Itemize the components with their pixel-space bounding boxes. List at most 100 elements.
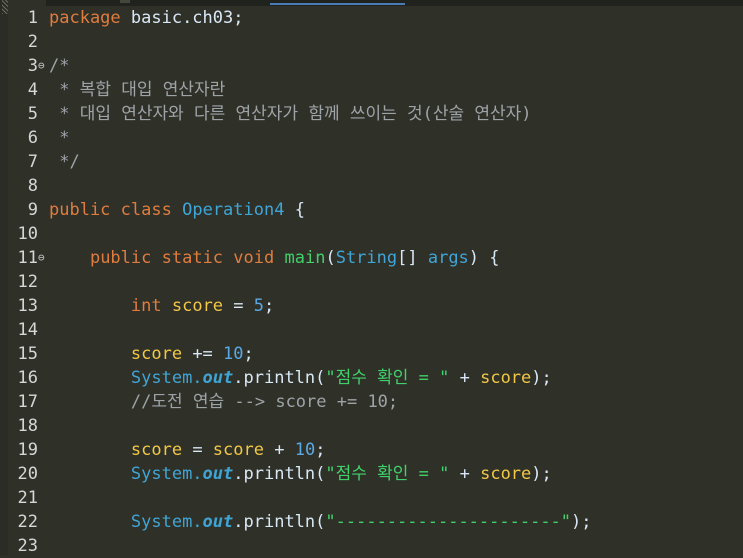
code-line[interactable]: 2 (0, 30, 743, 54)
code-token: /* (49, 56, 70, 76)
code-text[interactable]: */ (49, 150, 80, 174)
line-number: 16 (17, 368, 38, 388)
code-line[interactable]: 16 System.out.println("점수 확인 = " + score… (0, 366, 743, 390)
code-token: score (130, 440, 183, 460)
code-line[interactable]: 19 score = score + 10; (0, 438, 743, 462)
code-token: String (335, 248, 398, 268)
fold-toggle-icon[interactable]: ⊖ (38, 54, 48, 78)
code-line[interactable]: 6 * (0, 126, 743, 150)
code-text[interactable]: System.out.println("점수 확인 = " + score); (49, 462, 552, 486)
code-text[interactable]: /* (49, 54, 69, 78)
code-token: ); (531, 368, 552, 388)
tab-edge (120, 0, 130, 3)
code-token: ; (315, 440, 326, 460)
line-number: 6 (27, 128, 38, 148)
code-token: .println( (233, 512, 326, 532)
code-token: .println( (233, 368, 326, 388)
code-text[interactable]: score = score + 10; (49, 438, 326, 462)
code-line[interactable]: 1 package basic.ch03; (0, 6, 743, 30)
code-token: 10 (294, 440, 316, 460)
code-token: + (263, 440, 295, 460)
line-number: 15 (17, 344, 38, 364)
code-line[interactable]: 23 (0, 534, 743, 558)
code-text[interactable]: //도전 연습 --> score += 10; (49, 390, 398, 414)
code-token: ) { (468, 248, 500, 268)
code-token: 5 (253, 296, 265, 316)
code-text[interactable]: int score = 5; (49, 294, 274, 318)
code-text[interactable]: score += 10; (49, 342, 254, 366)
code-text[interactable]: public class Operation4 { (49, 198, 305, 222)
code-token: ; (264, 296, 275, 316)
line-number: 19 (17, 440, 38, 460)
code-line[interactable]: 14 (0, 318, 743, 342)
code-token: basic.ch03; (120, 8, 244, 28)
code-line[interactable]: 3 ⊖/* (0, 54, 743, 78)
active-tab-indicator (270, 3, 405, 5)
line-number: 18 (17, 416, 38, 436)
code-line[interactable]: 13 int score = 5; (0, 294, 743, 318)
code-line[interactable]: 15 score += 10; (0, 342, 743, 366)
code-token: out (202, 368, 234, 388)
code-token: static (161, 248, 224, 268)
code-token: //도전 연습 --> score += 10; (130, 392, 399, 412)
code-line[interactable]: 11 ⊖ public static void main(String[] arg… (0, 246, 743, 270)
code-line[interactable]: 22 System.out.println("-----------------… (0, 510, 743, 534)
code-text[interactable]: * (49, 126, 69, 150)
code-token: score (480, 368, 532, 388)
code-token: System. (130, 512, 203, 532)
code-token: 10 (223, 344, 244, 364)
code-text[interactable]: System.out.println("--------------------… (49, 510, 592, 534)
code-text[interactable]: * 복합 대입 연산자란 (49, 78, 225, 102)
code-text[interactable]: public static void main(String[] args) { (49, 246, 500, 270)
code-text[interactable]: * 대입 연산자와 다른 연산자가 함께 쓰이는 것(산술 연산자) (49, 102, 531, 126)
code-token: */ (49, 152, 80, 172)
code-token: score (480, 464, 532, 484)
code-token: * 복합 대입 연산자란 (49, 80, 226, 100)
code-token: ); (571, 512, 592, 532)
code-token: score (212, 440, 264, 460)
code-editor[interactable]: 1 package basic.ch03; 2 3 ⊖/* 4 * 복합 대입 연산자란 5… (0, 0, 743, 558)
code-line[interactable]: 18 (0, 414, 743, 438)
code-line[interactable]: 4 * 복합 대입 연산자란 (0, 78, 743, 102)
code-line[interactable]: 8 (0, 174, 743, 198)
code-token: "----------------------" (325, 512, 572, 532)
line-number: 3 (27, 56, 38, 76)
code-text[interactable]: package basic.ch03; (49, 6, 243, 30)
code-token: + (449, 464, 481, 484)
code-line[interactable]: 10 (0, 222, 743, 246)
code-token: package (49, 8, 121, 28)
code-token: { (284, 200, 305, 220)
code-token: += (182, 344, 224, 364)
code-token: = (223, 296, 254, 316)
code-token: class (120, 200, 172, 220)
line-number: 14 (17, 320, 38, 340)
code-token: args (427, 248, 469, 268)
code-line[interactable]: 9 public class Operation4 { (0, 198, 743, 222)
line-number: 2 (27, 32, 38, 52)
code-token: public (89, 248, 152, 268)
line-number: 10 (17, 224, 38, 244)
code-lines[interactable]: 1 package basic.ch03; 2 3 ⊖/* 4 * 복합 대입 연산자란 5… (0, 6, 743, 558)
fold-toggle-icon[interactable]: ⊖ (38, 246, 48, 270)
code-line[interactable]: 20 System.out.println("점수 확인 = " + score… (0, 462, 743, 486)
code-token: public (49, 200, 111, 220)
code-token: * (49, 128, 70, 148)
line-number: 12 (17, 272, 38, 292)
code-line[interactable]: 17 //도전 연습 --> score += 10; (0, 390, 743, 414)
code-text[interactable]: System.out.println("점수 확인 = " + score); (49, 366, 552, 390)
code-line[interactable]: 7 */ (0, 150, 743, 174)
code-line[interactable]: 5 * 대입 연산자와 다른 연산자가 함께 쓰이는 것(산술 연산자) (0, 102, 743, 126)
code-line[interactable]: 21 (0, 486, 743, 510)
code-token: int (130, 296, 162, 316)
line-number: 21 (17, 488, 38, 508)
code-token: = (182, 440, 213, 460)
code-line[interactable]: 12 (0, 270, 743, 294)
